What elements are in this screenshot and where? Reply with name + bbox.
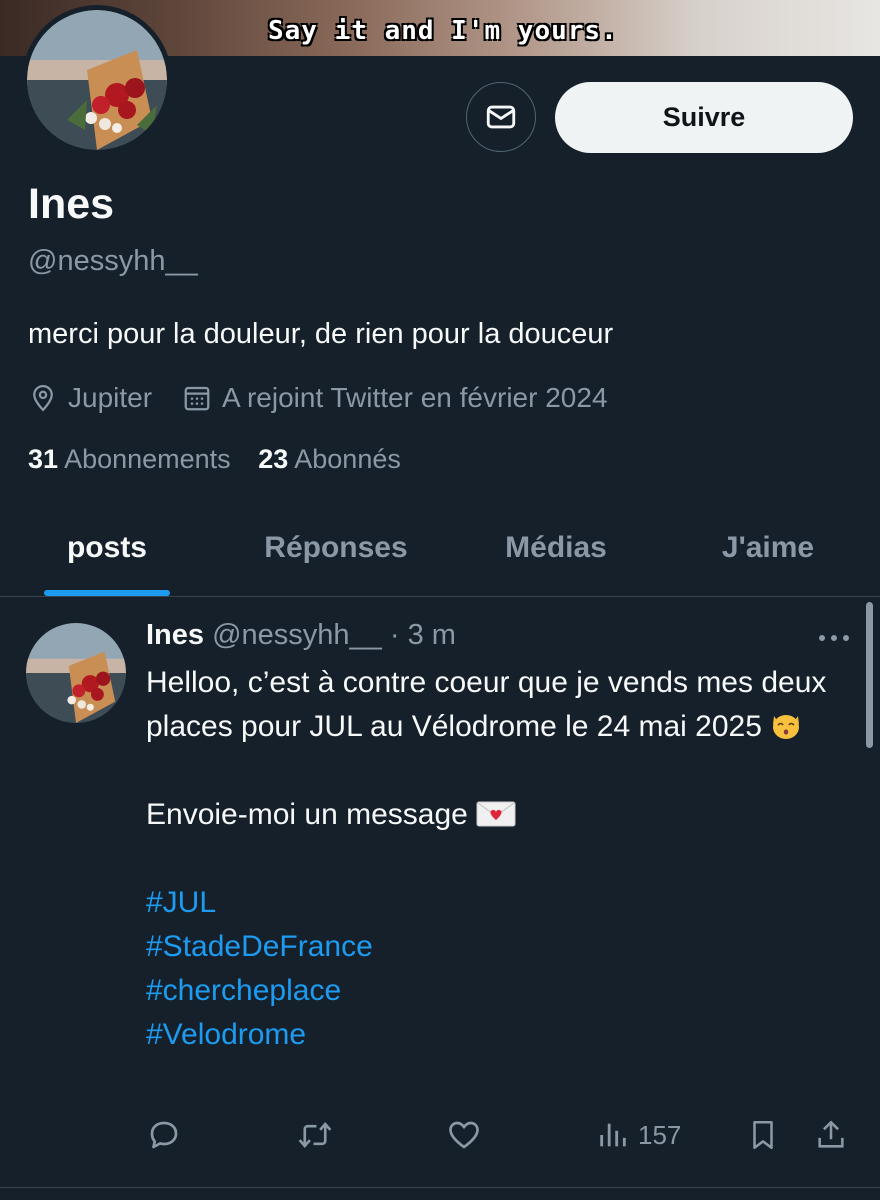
tab-posts[interactable]: posts — [44, 500, 170, 596]
followers-count: 23 — [258, 444, 289, 474]
love-letter-emoji — [476, 801, 516, 827]
joined-text: A rejoint Twitter en février 2024 — [222, 382, 608, 413]
kissing-cat-emoji — [772, 715, 799, 739]
hashtag-link[interactable]: #Velodrome — [146, 1013, 846, 1057]
scrollbar-thumb[interactable] — [866, 602, 873, 748]
post-text: Helloo, c’est à contre coeur que je vend… — [146, 661, 846, 1057]
post-line-1: Helloo, c’est à contre coeur que je vend… — [146, 666, 827, 743]
post-header: Ines @nessyhh__ · 3 m — [146, 619, 456, 652]
profile-joined: A rejoint Twitter en février 2024 — [182, 382, 608, 414]
bookmark-icon — [753, 1120, 773, 1150]
post-actions: 157 — [146, 1115, 856, 1155]
views-count: 157 — [638, 1119, 682, 1150]
post-line-2: Envoie-moi un message — [146, 798, 468, 831]
followers-label: Abonnés — [294, 444, 401, 474]
avatar-image — [27, 10, 167, 150]
banner-caption: Say it and I'm yours. — [268, 16, 618, 46]
profile-tabs: posts Réponses Médias J'aime — [0, 500, 880, 597]
retweet-icon — [298, 1122, 332, 1148]
followers-link[interactable]: 23 Abonnés — [258, 444, 401, 474]
profile-meta: Jupiter A rejoint Twitter en février 202… — [28, 380, 608, 416]
following-count: 31 — [28, 444, 59, 474]
hashtag-link[interactable]: #StadeDeFrance — [146, 925, 846, 969]
following-link[interactable]: 31 Abonnements — [28, 444, 231, 474]
profile-location: Jupiter — [28, 382, 152, 414]
post-handle[interactable]: @nessyhh__ — [212, 619, 382, 651]
reply-button[interactable] — [146, 1115, 182, 1155]
reply-icon — [150, 1121, 178, 1149]
calendar-icon — [184, 386, 210, 411]
heart-icon — [449, 1121, 479, 1149]
profile-avatar[interactable] — [22, 5, 172, 155]
more-dots-icon — [819, 635, 849, 641]
share-button[interactable] — [814, 1115, 848, 1155]
profile-display-name: Ines — [28, 180, 115, 228]
hashtag-link[interactable]: #chercheplace — [146, 969, 846, 1013]
message-button[interactable] — [466, 82, 536, 152]
follow-button[interactable]: Suivre — [555, 82, 853, 153]
retweet-button[interactable] — [296, 1115, 334, 1155]
follow-stats: 31 Abonnements 23 Abonnés — [28, 444, 401, 475]
post-more-button[interactable] — [814, 623, 854, 653]
post-avatar[interactable] — [26, 623, 126, 723]
profile-handle: @nessyhh__ — [28, 245, 198, 277]
share-icon — [818, 1120, 844, 1148]
profile-bio: merci pour la douleur, de rien pour la d… — [28, 318, 614, 350]
post[interactable]: Ines @nessyhh__ · 3 m Helloo, c’est à co… — [0, 597, 880, 1188]
tab-replies[interactable]: Réponses — [236, 500, 436, 596]
views-button[interactable]: 157 — [596, 1115, 681, 1155]
tab-media[interactable]: Médias — [470, 500, 642, 596]
location-pin-icon — [33, 384, 53, 412]
hashtag-link[interactable]: #JUL — [146, 881, 846, 925]
post-separator: · — [389, 619, 400, 651]
like-button[interactable] — [446, 1115, 482, 1155]
post-author[interactable]: Ines — [146, 619, 204, 651]
active-tab-indicator — [44, 590, 170, 596]
views-chart-icon — [600, 1123, 626, 1147]
envelope-icon — [486, 105, 516, 129]
location-text: Jupiter — [68, 382, 153, 413]
following-label: Abonnements — [64, 444, 231, 474]
tab-likes[interactable]: J'aime — [690, 500, 846, 596]
post-time[interactable]: 3 m — [408, 619, 456, 651]
bookmark-button[interactable] — [746, 1115, 780, 1155]
